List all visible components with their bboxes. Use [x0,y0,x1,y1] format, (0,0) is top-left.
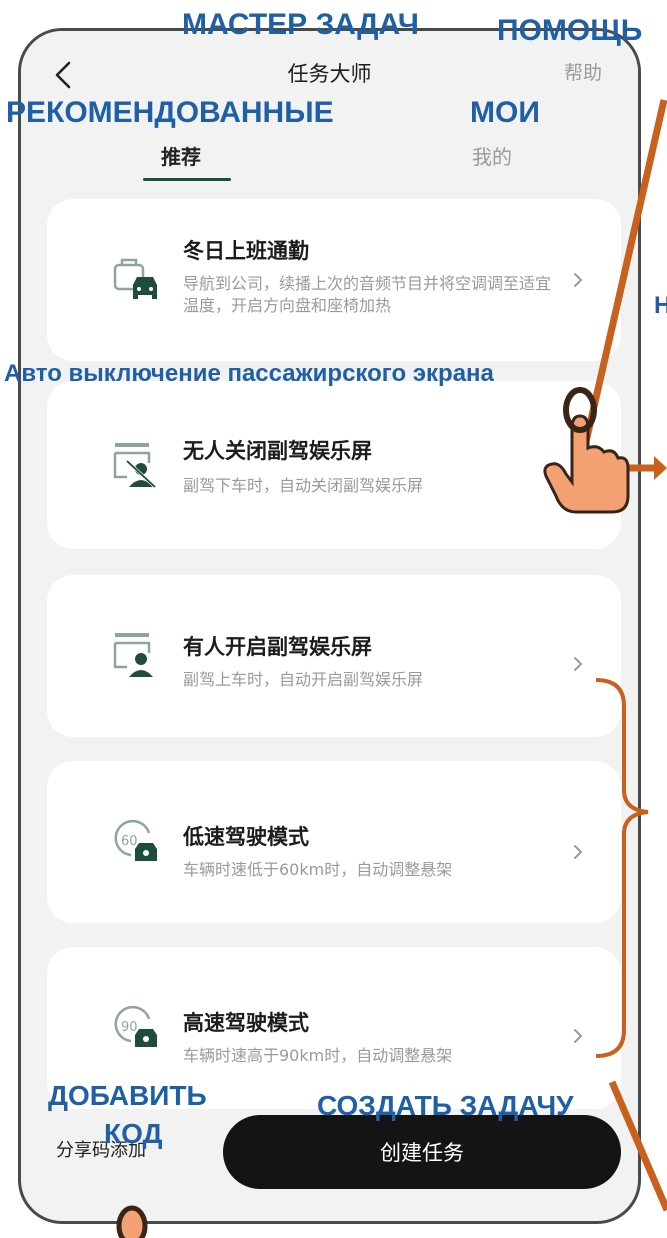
annotation-auto-off: Авто выключение пассажирского экрана [4,360,494,387]
task-card-winter-commute[interactable]: 冬日上班通勤 导航到公司，续播上次的音频节目并将空调调至适宜温度，开启方向盘和座… [47,199,621,361]
help-link[interactable]: 帮助 [564,58,602,85]
svg-text:60: 60 [121,834,138,849]
card-description: 车辆时速低于60km时，自动调整悬架 [183,860,453,879]
create-task-button[interactable]: 创建任务 [223,1115,621,1189]
speed-60-icon: 60 [114,819,157,861]
card-title: 有人开启副驾娱乐屏 [183,635,372,659]
chevron-right-icon [574,845,583,859]
svg-text:90: 90 [121,1020,138,1035]
annotation-title: МАСТЕР ЗАДАЧ [182,8,419,41]
annotation-recommended: РЕКОМЕНДОВАННЫЕ [6,96,334,129]
annotation-help: ПОМОЩЬ [497,14,643,47]
card-title: 冬日上班通勤 [183,239,309,263]
task-card-low-speed[interactable]: 60 低速驾驶模式 车辆时速低于60km时，自动调整悬架 [47,761,621,923]
annotation-add-code-1: ДОБАВИТЬ [48,1080,207,1111]
card-title: 低速驾驶模式 [183,825,309,849]
annotation-add-code-2: КОД [104,1118,163,1149]
passenger-screen-on-icon [113,633,153,677]
card-description: 车辆时速高于90km时，自动调整悬架 [183,1046,453,1065]
tab-recommended[interactable]: 推荐 [161,141,201,170]
annotation-mine: МОИ [470,96,540,129]
speed-90-icon: 90 [114,1005,157,1047]
active-tab-indicator [143,178,231,181]
card-title: 高速驾驶模式 [183,1011,309,1035]
page-title: 任务大师 [287,62,372,86]
annotation-arrowhead [654,456,667,480]
annotation-edge-letter: Н [654,292,667,319]
passenger-screen-off-icon [113,443,157,489]
chevron-right-icon [574,475,583,489]
task-card-passenger-screen-on[interactable]: 有人开启副驾娱乐屏 副驾上车时，自动开启副驾娱乐屏 [47,575,621,737]
tab-mine[interactable]: 我的 [472,141,512,170]
card-description: 导航到公司，续播上次的音频节目并将空调调至适宜温度，开启方向盘和座椅加热 [183,274,552,315]
card-description: 副驾下车时，自动关闭副驾娱乐屏 [183,476,424,495]
task-card-passenger-screen-off[interactable]: 无人关闭副驾娱乐屏 副驾下车时，自动关闭副驾娱乐屏 [47,381,621,549]
chevron-right-icon [574,657,583,671]
card-title: 无人关闭副驾娱乐屏 [183,439,372,463]
chevron-right-icon [574,1029,583,1043]
phone-frame: 任务大师 帮助 推荐 我的 冬日上班通勤 导航到公司，续播上次的音频节目并将空调… [18,28,641,1224]
card-description: 副驾上车时，自动开启副驾娱乐屏 [183,670,424,689]
annotation-create-task: СОЗДАТЬ ЗАДАЧУ [317,1090,574,1121]
car-commute-icon [113,258,157,299]
chevron-right-icon [574,273,583,287]
